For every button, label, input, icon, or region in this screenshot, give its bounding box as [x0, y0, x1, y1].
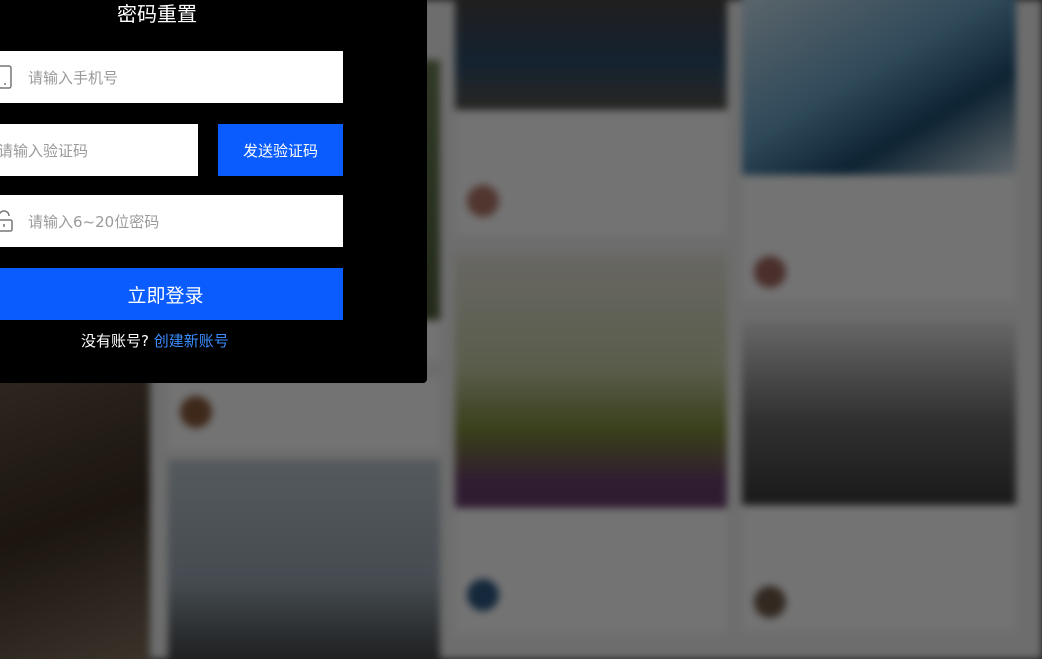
page: 密码重置 请输入手机号 请输入验证码 发送验证码 请输入6~20位密码 立即登录…	[0, 0, 1042, 659]
login-button[interactable]: 立即登录	[0, 268, 343, 320]
code-placeholder: 请输入验证码	[0, 142, 89, 160]
send-code-button[interactable]: 发送验证码	[218, 124, 343, 176]
password-reset-modal: 密码重置 请输入手机号 请输入验证码 发送验证码 请输入6~20位密码 立即登录…	[0, 0, 427, 383]
phone-placeholder: 请输入手机号	[28, 69, 119, 87]
no-account-text: 没有账号?	[81, 332, 149, 350]
password-placeholder: 请输入6~20位密码	[28, 213, 160, 231]
phone-icon	[0, 65, 12, 93]
create-account-link[interactable]: 创建新账号	[154, 332, 229, 350]
modal-title: 密码重置	[117, 2, 197, 26]
phone-input[interactable]: 请输入手机号	[0, 51, 343, 103]
verification-code-input[interactable]: 请输入验证码	[0, 124, 198, 176]
signup-row: 没有账号? 创建新账号	[81, 330, 229, 351]
password-input[interactable]: 请输入6~20位密码	[0, 195, 343, 247]
lock-icon	[0, 210, 14, 236]
